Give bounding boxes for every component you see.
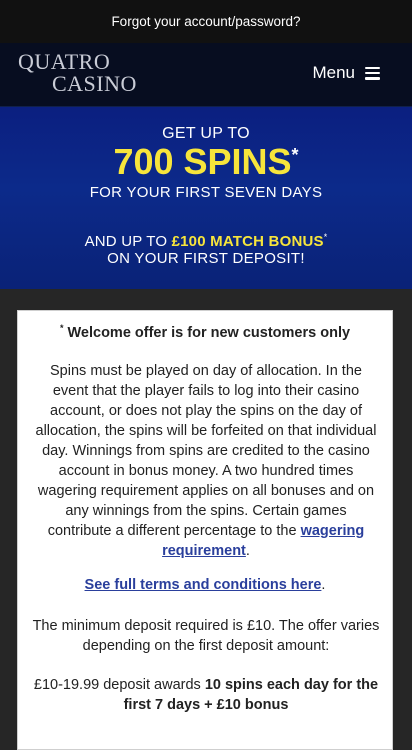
- site-header: QUATRO CASINO Menu: [0, 43, 412, 107]
- full-terms-link[interactable]: See full terms and conditions here: [85, 577, 322, 593]
- top-bar: Forgot your account/password?: [0, 0, 412, 43]
- forgot-account-link[interactable]: Forgot your account/password?: [111, 14, 300, 29]
- offer-terms-text: Spins must be played on day of allocatio…: [35, 363, 377, 559]
- menu-button[interactable]: Menu: [312, 63, 380, 83]
- hamburger-icon: [365, 66, 380, 80]
- offer-terms-card: * Welcome offer is for new customers onl…: [17, 310, 393, 750]
- deposit-tier-text: £10-19.99 deposit awards 10 spins each d…: [33, 677, 379, 713]
- banner-spins-headline: 700 SPINS*: [113, 141, 299, 182]
- minimum-deposit-text: The minimum deposit required is £10. The…: [32, 618, 380, 654]
- banner-match-bonus: AND UP TO £100 MATCH BONUS*: [84, 232, 328, 250]
- logo-line-2: CASINO: [52, 71, 137, 96]
- quatro-casino-logo[interactable]: QUATRO CASINO: [18, 51, 137, 95]
- menu-label: Menu: [312, 63, 355, 82]
- offer-title: * Welcome offer is for new customers onl…: [59, 323, 351, 341]
- promo-banner[interactable]: GET UP TO 700 SPINS* FOR YOUR FIRST SEVE…: [0, 107, 412, 289]
- banner-first-deposit: ON YOUR FIRST DEPOSIT!: [107, 250, 305, 267]
- full-terms-paragraph: See full terms and conditions here.: [84, 577, 326, 593]
- logo-line-1: QUATRO: [18, 49, 111, 74]
- banner-first-seven-days: FOR YOUR FIRST SEVEN DAYS: [89, 184, 323, 201]
